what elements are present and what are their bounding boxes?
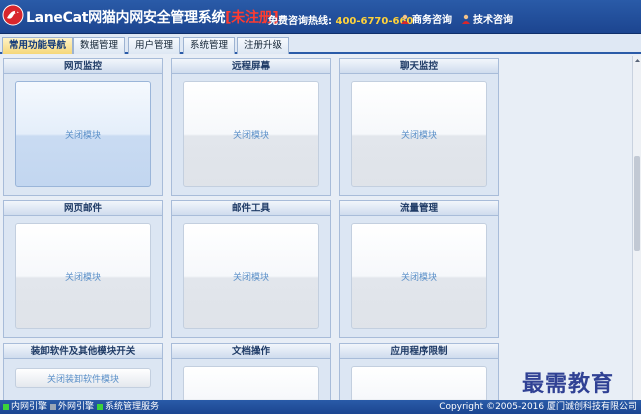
module-document-operations: 文档操作 [171, 343, 331, 400]
module-status-label: 关闭模块 [232, 130, 269, 141]
status-green-icon [3, 404, 9, 410]
module-mail-tools: 邮件工具 关闭模块 [171, 200, 331, 338]
module-title: 装卸软件及其他模块开关 [4, 344, 162, 359]
app-header: LaneCat网猫内网安全管理系统[未注册] 免费咨询热线: 400-6770-… [0, 0, 641, 34]
module-toggle-button[interactable]: 关闭模块 [15, 223, 151, 329]
tab-registration-upgrade[interactable]: 注册升级 [237, 37, 290, 54]
scroll-up-arrow-icon[interactable] [634, 57, 641, 64]
system-service-label: 系统管理服务 [105, 402, 160, 412]
module-status-label: 关闭模块 [64, 130, 101, 141]
module-toggle-button[interactable]: 关闭模块 [183, 223, 319, 329]
module-title: 网页邮件 [4, 201, 162, 216]
tab-user-management[interactable]: 用户管理 [128, 37, 181, 54]
vertical-scrollbar[interactable] [632, 56, 641, 400]
module-toggle-button[interactable]: 关闭模块 [351, 223, 487, 329]
module-status-label: 关闭装卸软件模块 [46, 374, 119, 385]
app-title-text: LaneCat网猫内网安全管理系统 [26, 10, 226, 26]
module-title: 远程屏幕 [172, 59, 330, 74]
hotline: 免费咨询热线: 400-6770-660 [268, 12, 413, 27]
watermark-text: 最需教育 [522, 371, 615, 397]
module-title: 网页监控 [4, 59, 162, 74]
tech-consult-label: 技术咨询 [473, 15, 513, 26]
extranet-engine-label: 外网引擎 [58, 402, 95, 412]
module-chat-monitor: 聊天监控 关闭模块 [339, 58, 499, 196]
scrollbar-thumb[interactable] [634, 156, 640, 251]
business-consult-link[interactable]: 商务咨询 [400, 11, 452, 26]
module-toggle-button[interactable] [183, 366, 319, 400]
module-web-monitor: 网页监控 关闭模块 [3, 58, 163, 196]
system-service-status: 系统管理服务 [97, 400, 159, 414]
status-gray-icon [50, 404, 56, 410]
close-software-install-button[interactable]: 关闭装卸软件模块 [15, 368, 151, 388]
status-green-icon [97, 404, 103, 410]
module-toggle-button[interactable]: 关闭模块 [351, 81, 487, 187]
module-title: 文档操作 [172, 344, 330, 359]
module-toggle-button[interactable] [351, 366, 487, 400]
copyright-text: Copyright ©2005-2016 厦门诚创科技有限公司 [439, 402, 637, 412]
lanecat-logo-icon [2, 4, 24, 26]
module-title: 聊天监控 [340, 59, 498, 74]
person-icon [401, 14, 409, 24]
person-icon [462, 14, 470, 24]
tab-data-management[interactable]: 数据管理 [73, 37, 126, 54]
module-title: 邮件工具 [172, 201, 330, 216]
main-tabbar: 常用功能导航 数据管理 用户管理 系统管理 注册升级 [0, 34, 641, 54]
module-grid: 网页监控 关闭模块 远程屏幕 关闭模块 聊天监控 关闭模块 网页邮件 关闭模块 … [0, 56, 632, 400]
module-status-label: 关闭模块 [400, 272, 437, 283]
module-title: 应用程序限制 [340, 344, 498, 359]
business-consult-label: 商务咨询 [412, 15, 452, 26]
intranet-engine-status: 内网引擎 [3, 400, 47, 414]
module-traffic-management: 流量管理 关闭模块 [339, 200, 499, 338]
module-toggle-button[interactable]: 关闭模块 [15, 81, 151, 187]
module-remote-screen: 远程屏幕 关闭模块 [171, 58, 331, 196]
module-software-install: 装卸软件及其他模块开关 关闭装卸软件模块 [3, 343, 163, 400]
hotline-label: 免费咨询热线: [268, 16, 332, 27]
status-bar: 内网引擎 外网引擎 系统管理服务 Copyright ©2005-2016 厦门… [0, 400, 641, 414]
module-status-label: 关闭模块 [64, 272, 101, 283]
tech-consult-link[interactable]: 技术咨询 [461, 11, 513, 26]
tab-system-management[interactable]: 系统管理 [183, 37, 236, 54]
module-app-restriction: 应用程序限制 [339, 343, 499, 400]
module-web-mail: 网页邮件 关闭模块 [3, 200, 163, 338]
intranet-engine-label: 内网引擎 [11, 402, 48, 412]
module-title: 流量管理 [340, 201, 498, 216]
module-status-label: 关闭模块 [232, 272, 269, 283]
tab-common-navigation[interactable]: 常用功能导航 [2, 37, 74, 54]
module-status-label: 关闭模块 [400, 130, 437, 141]
module-toggle-button[interactable]: 关闭模块 [183, 81, 319, 187]
extranet-engine-status: 外网引擎 [50, 400, 94, 414]
app-title: LaneCat网猫内网安全管理系统[未注册] [26, 7, 279, 27]
